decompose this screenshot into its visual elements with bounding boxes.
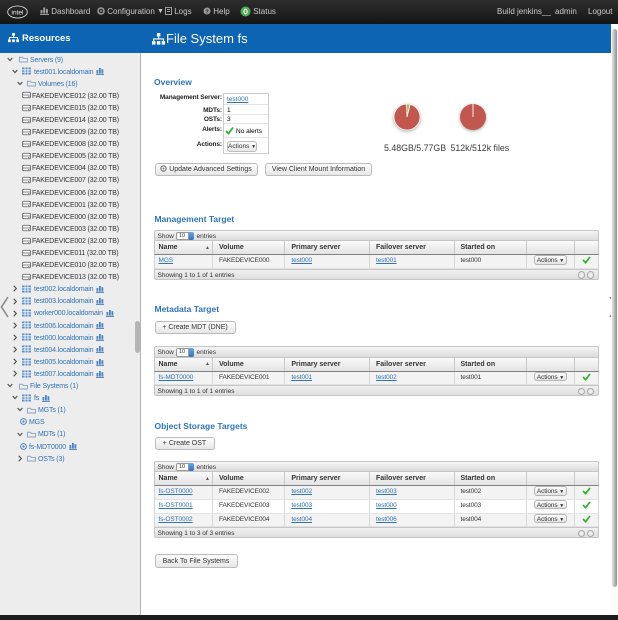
- svg-text:intel: intel: [12, 9, 24, 16]
